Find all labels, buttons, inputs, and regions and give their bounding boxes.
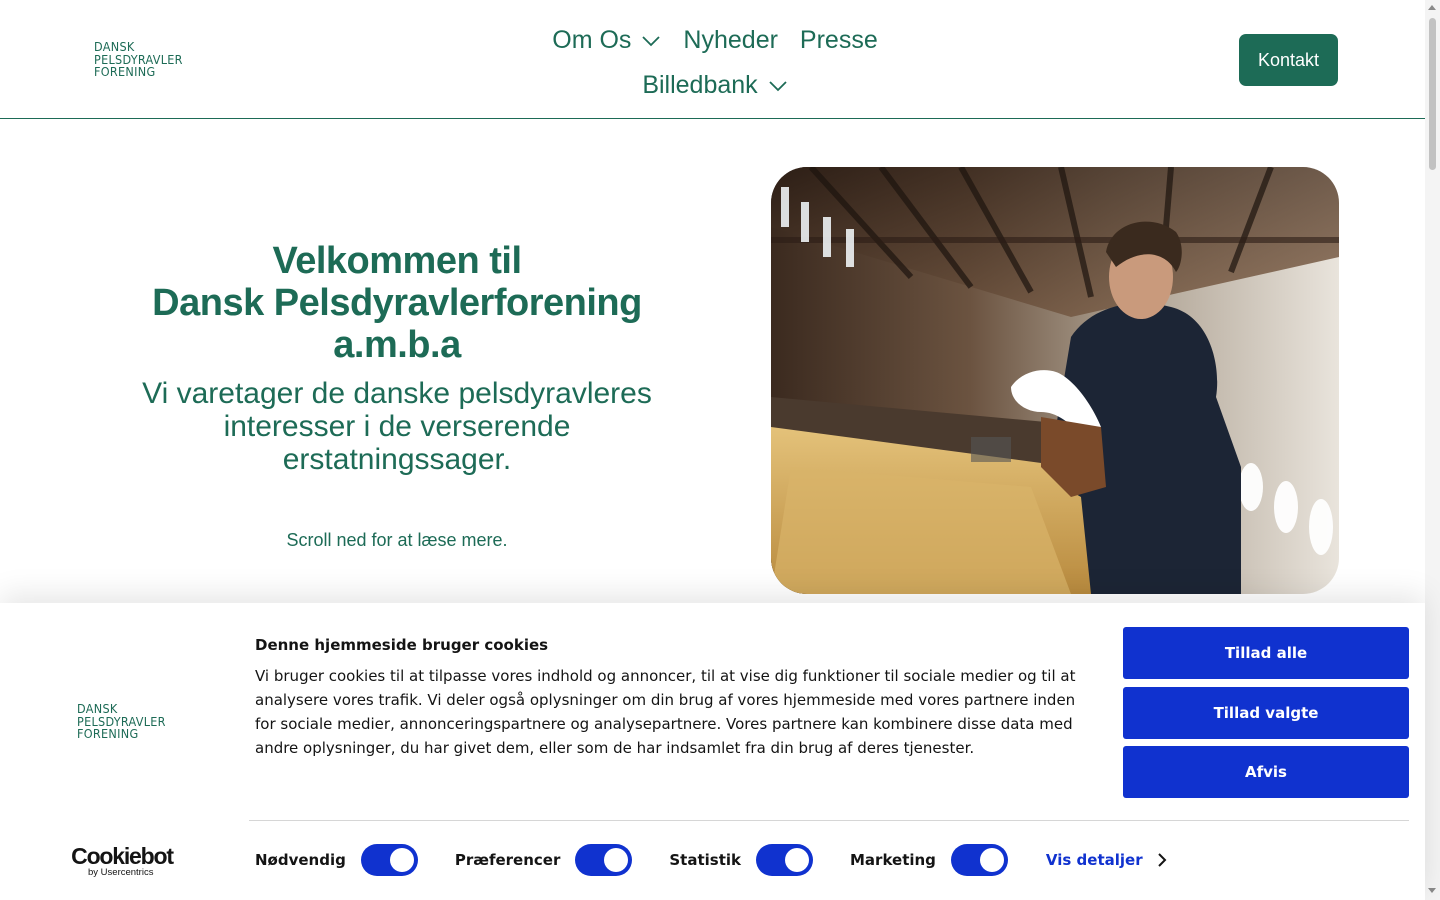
nav-label: Nyheder xyxy=(683,26,778,54)
consent-necessary: Nødvendig xyxy=(255,844,418,876)
statistics-toggle[interactable] xyxy=(756,844,813,876)
allow-selected-button[interactable]: Tillad valgte xyxy=(1123,687,1409,739)
farmer-with-mink-photo xyxy=(771,167,1339,594)
preferences-toggle[interactable] xyxy=(575,844,633,876)
chevron-down-icon xyxy=(642,35,661,46)
nav-item-billedbank[interactable]: Billedbank xyxy=(642,63,787,108)
logo-line-3: FORENING xyxy=(77,726,139,741)
cookie-banner: DANSK PELSDYRAVLER FORENING Denne hjemme… xyxy=(0,603,1425,900)
consent-label: Marketing xyxy=(850,851,936,869)
cookiebot-brand: Cookiebot xyxy=(71,843,174,869)
show-details-label: Vis detaljer xyxy=(1045,851,1143,869)
logo-line-3: FORENING xyxy=(94,64,156,79)
hero-subtitle: Vi varetager de danske pelsdyravleres in… xyxy=(117,377,677,476)
cookiebot-logo[interactable]: Cookiebot by Usercentrics xyxy=(70,844,174,878)
consent-toggles: Nødvendig Præferencer Statistik Marketin… xyxy=(255,844,1167,876)
cookie-banner-logo: DANSK PELSDYRAVLER FORENING xyxy=(77,702,166,741)
cookie-banner-text: Vi bruger cookies til at tilpasse vores … xyxy=(255,667,1076,757)
nav-label: Presse xyxy=(799,26,878,54)
consent-label: Statistik xyxy=(669,851,741,869)
nav-item-presse[interactable]: Presse xyxy=(800,18,878,63)
scroll-down-arrow-icon[interactable] xyxy=(1428,888,1436,893)
nav-label: Billedbank xyxy=(642,71,758,99)
consent-marketing: Marketing xyxy=(850,844,1008,876)
consent-statistics: Statistik xyxy=(669,844,813,876)
consent-label: Nødvendig xyxy=(255,851,346,869)
show-details-link[interactable]: Vis detaljer xyxy=(1046,851,1167,869)
necessary-toggle[interactable] xyxy=(360,844,418,876)
cookie-banner-title: Denne hjemmeside bruger cookies xyxy=(255,636,549,654)
nav-label: Om Os xyxy=(552,26,632,54)
toggle-knob xyxy=(604,848,629,872)
hero-subtitle-line: interesser i de verserende xyxy=(223,410,571,443)
consent-preferences: Præferencer xyxy=(455,844,633,876)
contact-button[interactable]: Kontakt xyxy=(1239,34,1338,86)
hero-title-line: Velkommen til xyxy=(272,240,522,282)
main-nav: Om Os Nyheder Presse Billedbank xyxy=(500,18,930,108)
reject-button[interactable]: Afvis xyxy=(1123,746,1409,798)
hero-photo xyxy=(771,167,1339,594)
scroll-thumb[interactable] xyxy=(1429,18,1436,170)
chevron-right-icon xyxy=(1157,853,1167,867)
toggle-knob xyxy=(785,848,809,872)
cookie-divider xyxy=(249,820,1409,821)
site-header: DANSK PELSDYRAVLER FORENING Om Os Nyhede… xyxy=(0,0,1425,119)
marketing-toggle[interactable] xyxy=(950,844,1008,876)
scroll-up-arrow-icon[interactable] xyxy=(1428,5,1436,10)
allow-all-button[interactable]: Tillad alle xyxy=(1123,627,1409,679)
site-logo[interactable]: DANSK PELSDYRAVLER FORENING xyxy=(94,40,183,79)
nav-item-nyheder[interactable]: Nyheder xyxy=(683,18,778,63)
hero-title: Velkommen til Dansk Pelsdyravlerforening… xyxy=(117,240,677,366)
hero-text: Velkommen til Dansk Pelsdyravlerforening… xyxy=(117,240,677,476)
chevron-down-icon xyxy=(769,80,787,91)
consent-label: Præferencer xyxy=(454,851,561,869)
hero-subtitle-line: Vi varetager de danske pelsdyravleres xyxy=(142,377,652,410)
toggle-knob xyxy=(389,848,414,872)
hero-title-line: a.m.b.a xyxy=(333,324,461,366)
hero-title-line: Dansk Pelsdyravlerforening xyxy=(152,282,642,324)
cookiebot-byline: by Usercentrics xyxy=(88,867,154,878)
toggle-knob xyxy=(979,848,1004,872)
nav-item-om-os[interactable]: Om Os xyxy=(552,18,661,63)
hero-subtitle-line: erstatningssager. xyxy=(282,443,512,476)
scroll-hint: Scroll ned for at læse mere. xyxy=(286,530,508,550)
page-scrollbar[interactable] xyxy=(1425,0,1440,900)
